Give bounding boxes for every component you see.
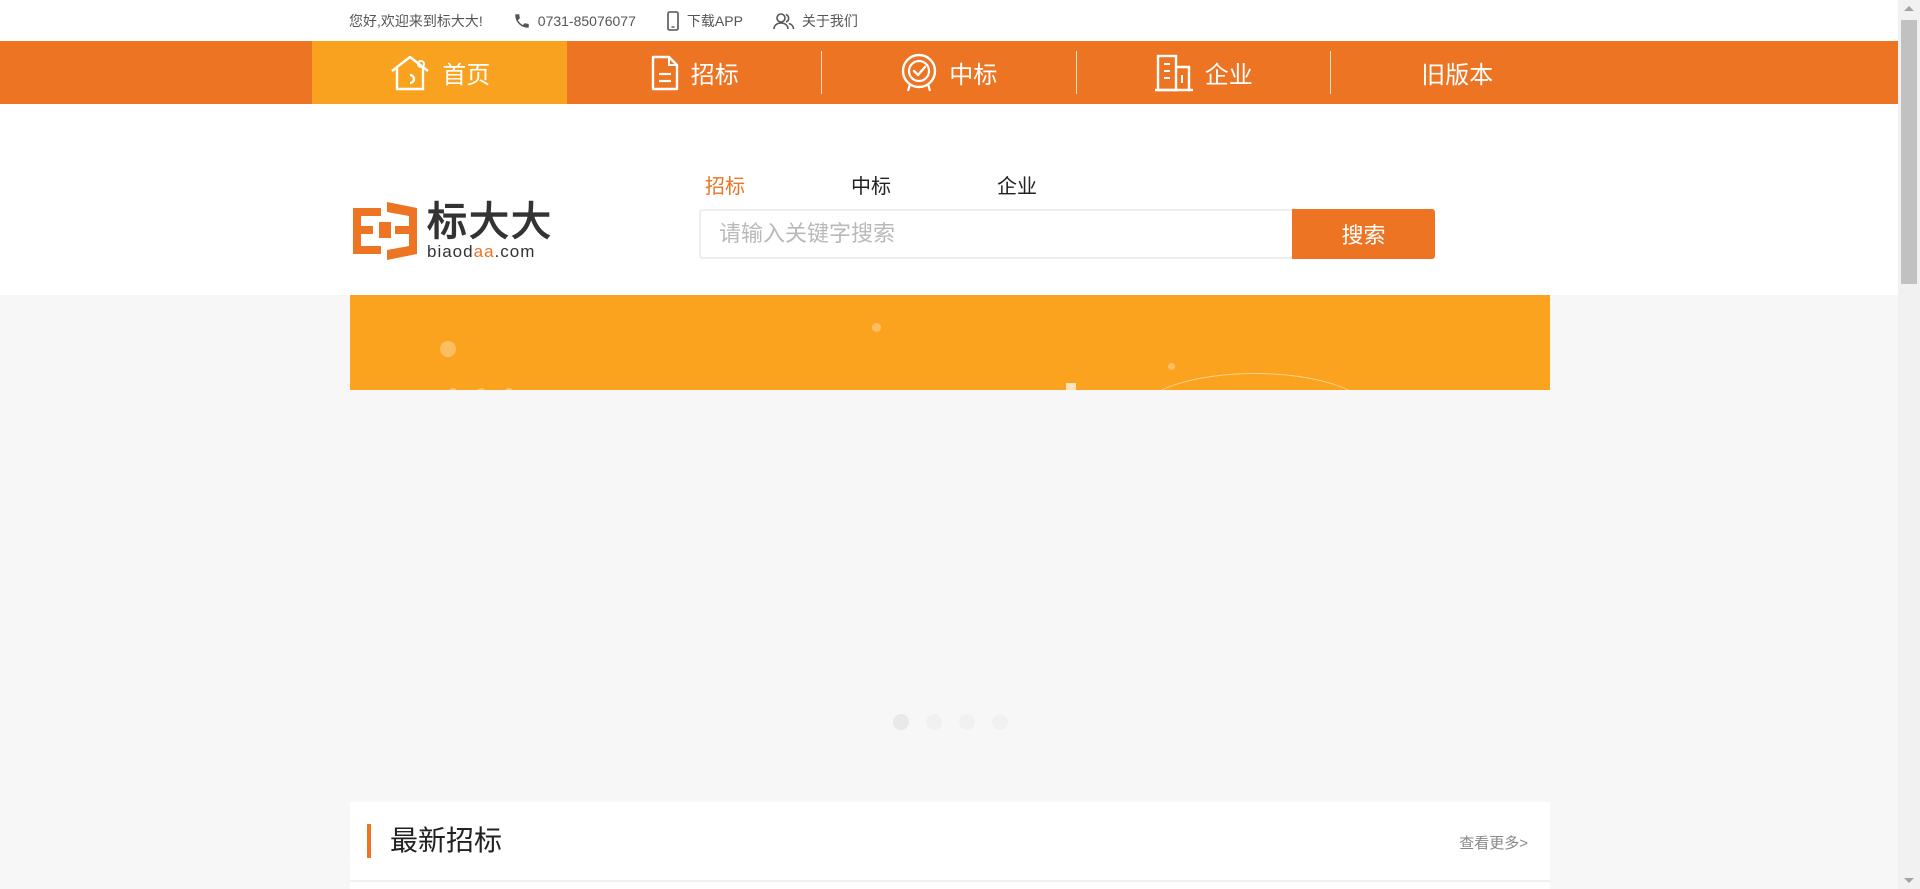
banner-decoration — [1066, 383, 1076, 390]
carousel-dot[interactable] — [926, 714, 942, 730]
scroll-up-icon[interactable] — [1904, 6, 1914, 11]
scrollbar-thumb[interactable] — [1901, 20, 1917, 284]
site-logo[interactable]: 标大大 biaodaa.com — [349, 200, 553, 262]
search-button[interactable]: 搜索 — [1292, 209, 1435, 259]
download-app-label: 下载APP — [686, 12, 743, 29]
carousel-indicators — [893, 714, 1025, 730]
download-app-link[interactable]: 下载APP — [666, 10, 743, 31]
search-box: 搜索 — [699, 209, 1435, 259]
greeting-text: 您好,欢迎来到标大大! — [349, 11, 483, 31]
award-icon — [899, 53, 939, 93]
carousel-dot[interactable] — [992, 714, 1008, 730]
view-more-link[interactable]: 查看更多> — [1459, 832, 1528, 853]
nav-item-tender-label: 招标 — [690, 62, 739, 89]
logo-domain-suffix: .com — [494, 241, 536, 261]
search-tab-award[interactable]: 中标 — [851, 170, 997, 199]
users-icon — [773, 12, 795, 29]
carousel-dot[interactable] — [893, 714, 909, 730]
home-icon — [388, 54, 432, 92]
logo-name: 标大大 — [427, 198, 553, 245]
logo-domain: biaodaa.com — [427, 241, 553, 261]
main-nav-items: 首页 招标 中标 企业 旧版本 — [312, 41, 1592, 104]
carousel-dot[interactable] — [959, 714, 975, 730]
phone-item: 0731-85076077 — [513, 12, 636, 30]
main-nav: 首页 招标 中标 企业 旧版本 — [0, 41, 1898, 104]
mobile-icon — [667, 10, 679, 31]
section-accent-bar — [367, 824, 371, 858]
top-info-bar-content: 您好,欢迎来到标大大! 0731-85076077 下载APP 关于我们 — [349, 0, 888, 41]
nav-item-award[interactable]: 中标 — [821, 41, 1076, 104]
page-scrollbar[interactable] — [1898, 0, 1920, 889]
phone-number: 0731-85076077 — [537, 12, 636, 29]
banner-decoration — [872, 323, 881, 332]
banner-decoration — [448, 385, 548, 390]
nav-item-company-label: 企业 — [1204, 62, 1253, 89]
section-title: 最新招标 — [390, 825, 503, 856]
banner-decoration — [1168, 363, 1175, 370]
search-tab-tender[interactable]: 招标 — [705, 170, 851, 199]
nav-item-old-version[interactable]: 旧版本 — [1330, 41, 1585, 104]
nav-item-company[interactable]: 企业 — [1075, 41, 1331, 104]
search-tab-company[interactable]: 企业 — [997, 170, 1143, 199]
greeting-label: 您好,欢迎来到标大大! — [349, 12, 483, 29]
banner-carousel-slide[interactable] — [350, 295, 1550, 390]
about-us-label: 关于我们 — [801, 12, 858, 29]
search-tabs: 招标 中标 企业 — [705, 170, 1143, 199]
scroll-down-icon[interactable] — [1904, 878, 1914, 883]
about-us-link[interactable]: 关于我们 — [773, 11, 858, 31]
logo-domain-highlight: aa — [473, 241, 495, 261]
nav-item-old-version-label: 旧版本 — [1421, 62, 1494, 89]
nav-item-award-label: 中标 — [949, 62, 998, 89]
phone-icon — [515, 13, 529, 28]
nav-item-tender[interactable]: 招标 — [567, 41, 822, 104]
logo-domain-prefix: biaod — [427, 241, 474, 261]
section-divider — [350, 880, 1550, 882]
banner-decoration — [440, 341, 456, 357]
nav-item-home[interactable]: 首页 — [312, 41, 567, 104]
logo-mark-icon — [353, 202, 417, 260]
search-input[interactable] — [699, 209, 1292, 259]
latest-tenders-section: 最新招标 查看更多> — [350, 802, 1550, 889]
building-icon — [1153, 53, 1195, 93]
banner-decoration — [1140, 373, 1370, 390]
document-icon — [649, 54, 681, 92]
header: 标大大 biaodaa.com 招标 中标 企业 搜索 — [0, 104, 1898, 295]
nav-item-home-label: 首页 — [442, 62, 491, 89]
top-info-bar: 您好,欢迎来到标大大! 0731-85076077 下载APP 关于我们 — [0, 0, 1898, 41]
logo-text: 标大大 biaodaa.com — [427, 202, 553, 261]
